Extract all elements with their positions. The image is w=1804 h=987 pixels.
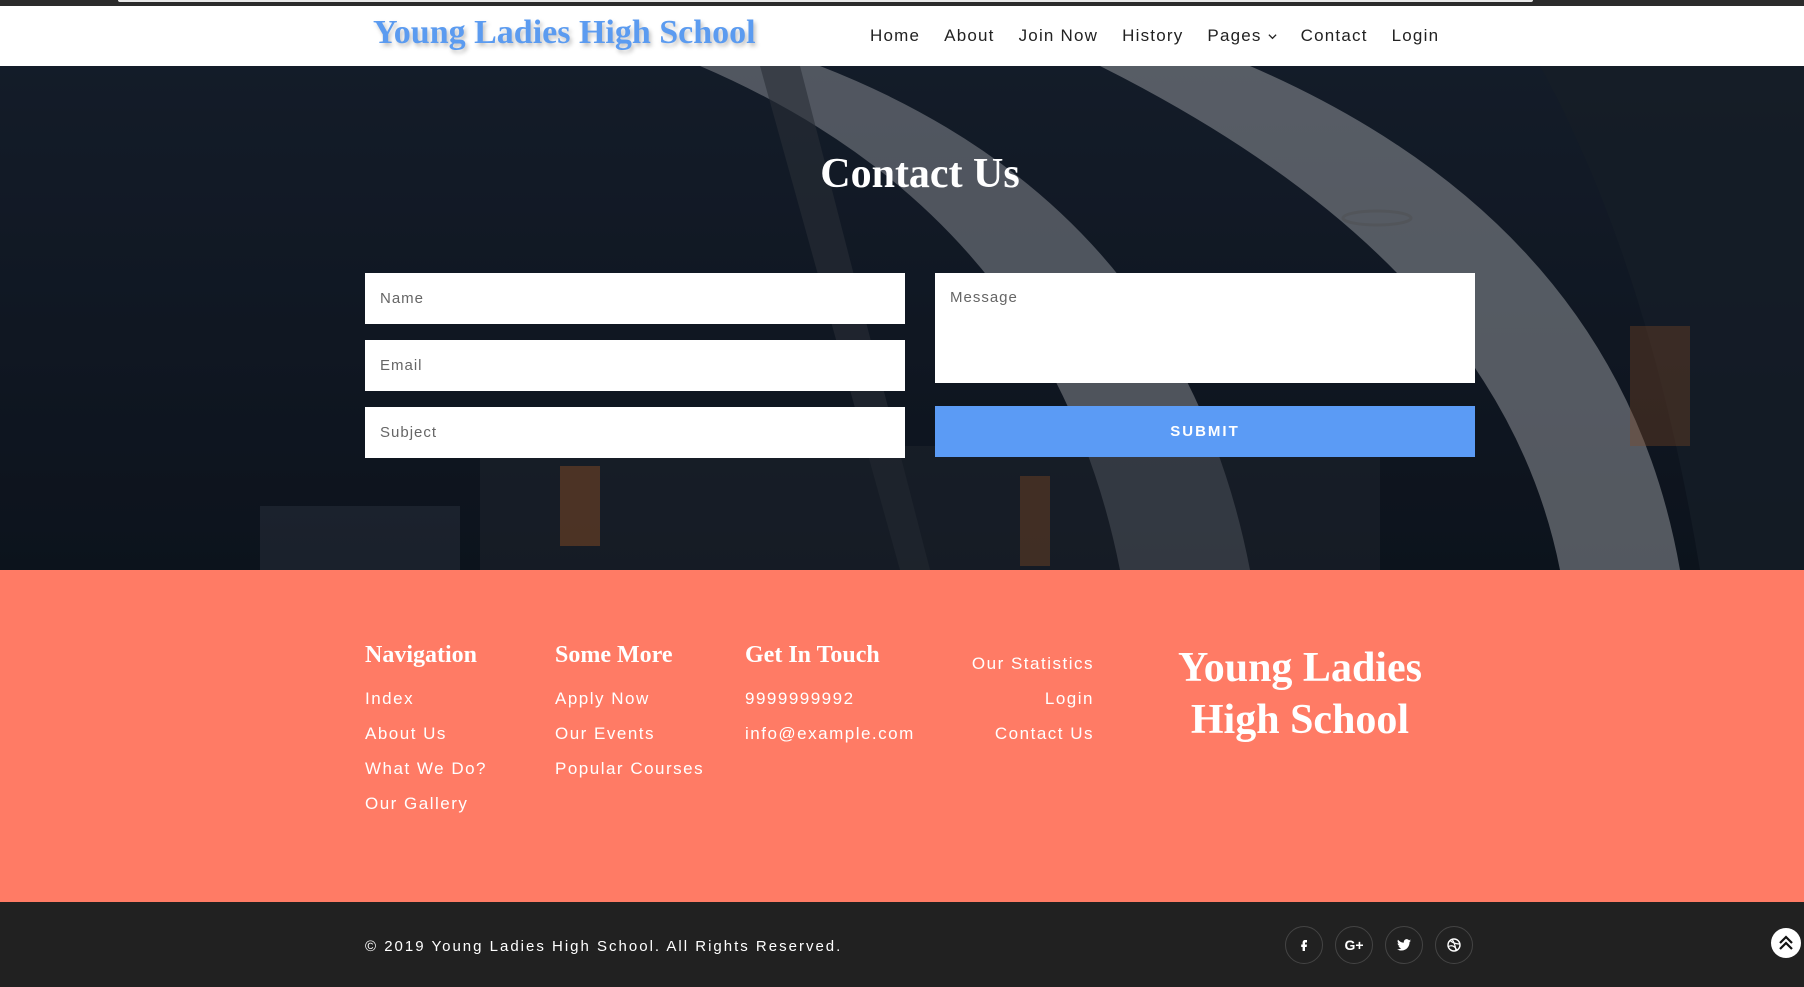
footer-brand-line-2: High School: [1190, 697, 1410, 743]
nav-pages[interactable]: Pages: [1207, 26, 1277, 46]
twitter-icon[interactable]: [1385, 926, 1423, 964]
footer-more-heading: Some More: [555, 642, 673, 668]
google-plus-label: G+: [1344, 937, 1364, 953]
footer-link-what-we-do[interactable]: What We Do?: [365, 759, 487, 779]
footer-touch-column: Get In Touch 9999999992 info@example.com: [745, 642, 915, 759]
double-chevron-up-icon: [1779, 935, 1793, 950]
footer-link-our-events[interactable]: Our Events: [555, 724, 704, 744]
footer-brand[interactable]: Young Ladies High School: [1160, 642, 1440, 746]
main-nav: Home About Join Now History Pages Contac…: [870, 26, 1463, 46]
contact-title: Contact Us: [820, 151, 1020, 197]
header-navbar: Young Ladies High School Home About Join…: [0, 6, 1804, 66]
footer-link-apply-now[interactable]: Apply Now: [555, 689, 704, 709]
footer-link-popular-courses[interactable]: Popular Courses: [555, 759, 704, 779]
facebook-glyph-icon: [1301, 940, 1307, 951]
bottom-bar: © 2019 Young Ladies High School. All Rig…: [0, 902, 1804, 987]
footer-more-column: Some More Apply Now Our Events Popular C…: [555, 642, 704, 794]
scroll-to-top-button[interactable]: [1771, 928, 1801, 958]
footer-brand-line-1: Young Ladies: [1178, 645, 1422, 691]
copyright-text: © 2019 Young Ladies High School. All Rig…: [365, 938, 843, 955]
footer-link-contact-us[interactable]: Contact Us: [972, 724, 1094, 744]
subject-field[interactable]: [365, 407, 905, 458]
footer-email[interactable]: info@example.com: [745, 724, 915, 744]
footer-link-our-gallery[interactable]: Our Gallery: [365, 794, 487, 814]
dribbble-glyph-icon: [1447, 938, 1461, 952]
nav-pages-label: Pages: [1207, 26, 1262, 45]
footer-phone[interactable]: 9999999992: [745, 689, 915, 709]
footer-navigation-heading: Navigation: [365, 642, 478, 668]
brand-logo[interactable]: Young Ladies High School: [373, 14, 756, 52]
footer-link-our-statistics[interactable]: Our Statistics: [972, 654, 1094, 674]
footer-touch-heading: Get In Touch: [745, 642, 880, 668]
facebook-icon[interactable]: [1285, 926, 1323, 964]
dribbble-icon[interactable]: [1435, 926, 1473, 964]
google-plus-icon[interactable]: G+: [1335, 926, 1373, 964]
nav-home[interactable]: Home: [870, 26, 920, 46]
footer-link-about-us[interactable]: About Us: [365, 724, 487, 744]
twitter-glyph-icon: [1397, 939, 1411, 951]
chevron-down-icon: [1268, 33, 1277, 39]
footer-extra-links: Our Statistics Login Contact Us: [972, 654, 1094, 759]
nav-contact[interactable]: Contact: [1301, 26, 1368, 46]
message-field[interactable]: [935, 273, 1475, 383]
email-field[interactable]: [365, 340, 905, 391]
footer-navigation-column: Navigation Index About Us What We Do? Ou…: [365, 642, 487, 829]
footer-link-index[interactable]: Index: [365, 689, 487, 709]
footer: Navigation Index About Us What We Do? Ou…: [0, 570, 1804, 902]
contact-hero: Contact Us SUBMIT: [0, 66, 1804, 570]
nav-about[interactable]: About: [944, 26, 994, 46]
footer-link-login[interactable]: Login: [972, 689, 1094, 709]
nav-login[interactable]: Login: [1392, 26, 1440, 46]
nav-history[interactable]: History: [1122, 26, 1183, 46]
submit-button[interactable]: SUBMIT: [935, 406, 1475, 457]
horizontal-scrollbar[interactable]: [118, 0, 1533, 2]
nav-join-now[interactable]: Join Now: [1019, 26, 1099, 46]
name-field[interactable]: [365, 273, 905, 324]
